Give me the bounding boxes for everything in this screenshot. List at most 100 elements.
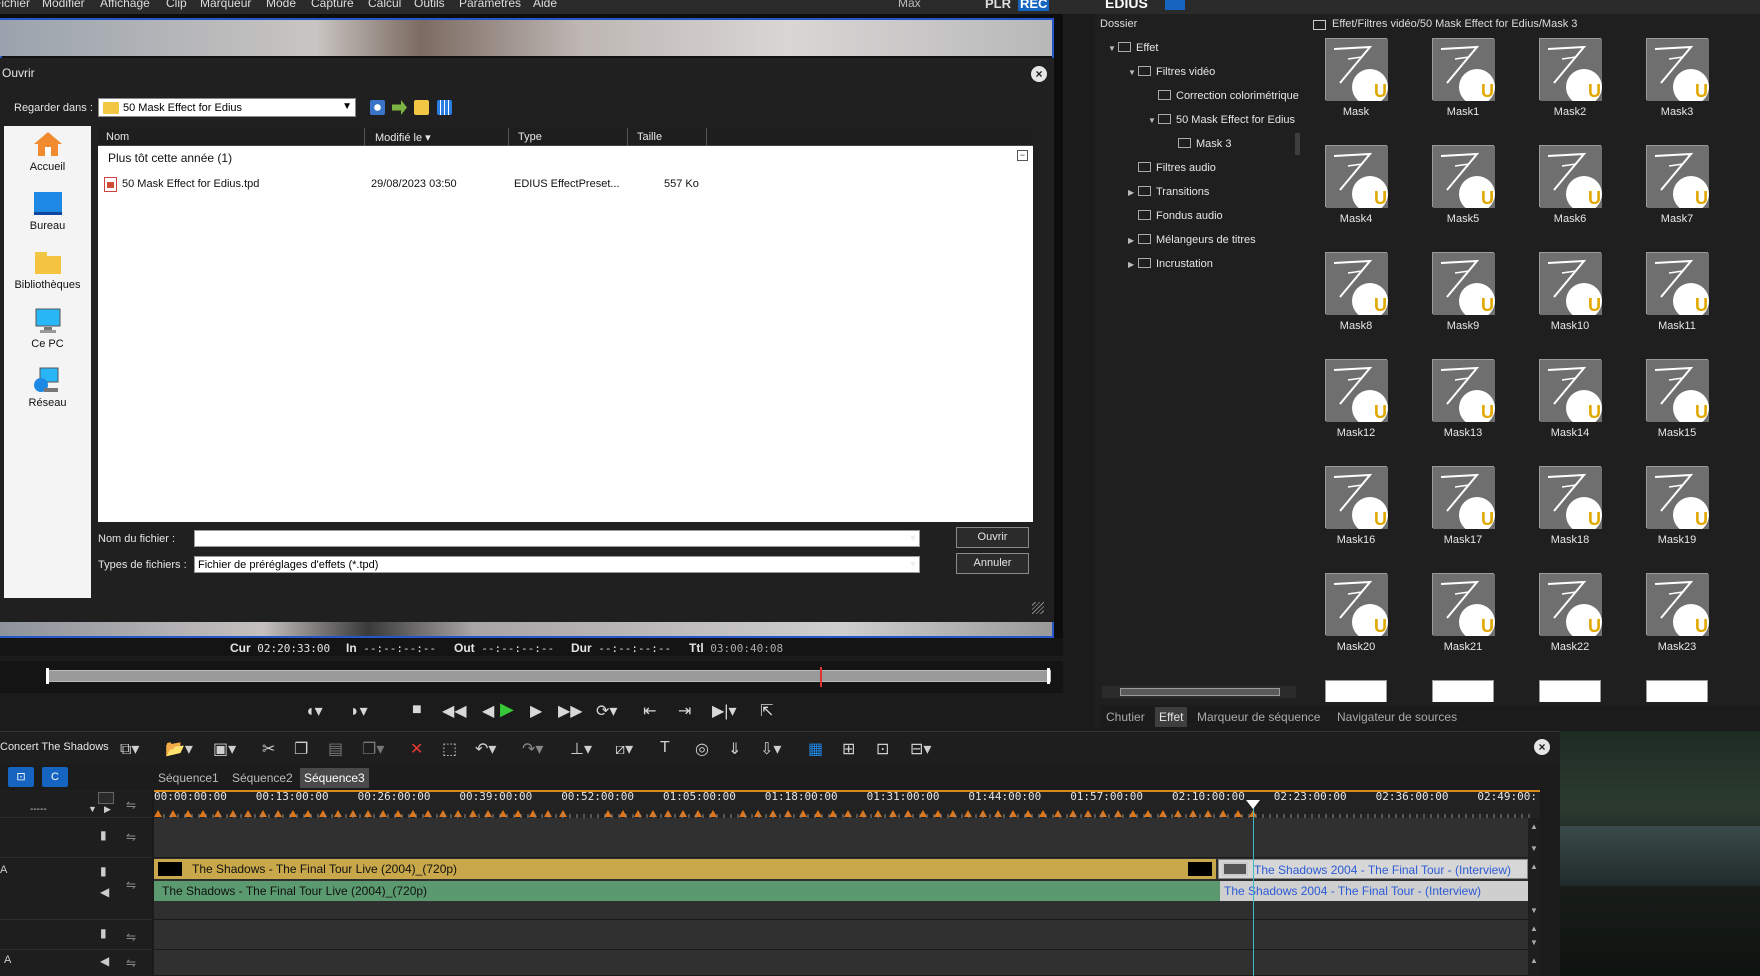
sequence-marker-icon[interactable] bbox=[1174, 810, 1182, 817]
ripple-mode-icon[interactable]: C bbox=[42, 767, 68, 787]
menu-marqueur[interactable]: Marqueur bbox=[200, 0, 251, 10]
sequence-marker-icon[interactable] bbox=[424, 810, 432, 817]
track-dropdown[interactable]: ----- bbox=[30, 804, 47, 815]
mask-effect-icon[interactable]: U bbox=[1539, 466, 1602, 529]
column-nom[interactable]: Nom bbox=[106, 131, 129, 143]
sequence-marker-icon[interactable] bbox=[364, 810, 372, 817]
timeline-vscroll[interactable]: ▲ ▼ ▲ ▼ ▲ ▼ ▲ bbox=[1528, 818, 1540, 976]
tab-sequence3[interactable]: Séquence3 bbox=[300, 768, 369, 788]
prev-edit-icon[interactable]: ⇤ bbox=[643, 701, 656, 721]
title-icon[interactable]: T bbox=[660, 739, 670, 757]
video-track-icon[interactable]: ▮ bbox=[100, 926, 107, 940]
mask-effect-icon[interactable]: U bbox=[1325, 252, 1388, 315]
file-row[interactable]: 50 Mask Effect for Edius.tpd 29/08/2023 … bbox=[104, 176, 754, 194]
tree-node[interactable]: ▶ Incrustation bbox=[1128, 258, 1213, 270]
playhead-handle[interactable] bbox=[1246, 800, 1260, 809]
track-a[interactable] bbox=[154, 950, 1528, 976]
mask-effect-icon[interactable] bbox=[1432, 680, 1494, 702]
sync-lock-icon[interactable]: ⇋ bbox=[126, 830, 136, 844]
sequence-marker-icon[interactable] bbox=[844, 810, 852, 817]
sequence-marker-icon[interactable] bbox=[784, 810, 792, 817]
sequence-marker-icon[interactable] bbox=[964, 810, 972, 817]
scroll-up-icon[interactable]: ▲ bbox=[1530, 956, 1538, 965]
menu-mode[interactable]: Mode bbox=[266, 0, 296, 10]
tab-effet[interactable]: Effet bbox=[1155, 707, 1188, 727]
menu-calcul[interactable]: Calcul bbox=[368, 0, 401, 10]
sequence-marker-icon[interactable] bbox=[649, 810, 657, 817]
clip-audio-concert[interactable]: The Shadows - The Final Tour Live (2004)… bbox=[154, 881, 1220, 901]
mask-effect-icon[interactable]: U bbox=[1325, 38, 1388, 101]
column-separator[interactable] bbox=[508, 128, 509, 146]
sequence-marker-icon[interactable] bbox=[1054, 810, 1062, 817]
next-edit-icon[interactable]: ⇥ bbox=[678, 701, 691, 721]
sequence-marker-icon[interactable] bbox=[274, 810, 282, 817]
sequence-marker-icon[interactable] bbox=[1099, 810, 1107, 817]
paste-insert-icon[interactable]: ❐▾ bbox=[362, 739, 384, 759]
menu-aide[interactable]: Aide bbox=[533, 0, 557, 10]
mask-effect-icon[interactable]: U bbox=[1646, 466, 1709, 529]
tree-node[interactable]: ▼ 50 Mask Effect for Edius bbox=[1148, 114, 1295, 126]
tab-sequence1[interactable]: Séquence1 bbox=[154, 768, 223, 788]
sequence-marker-icon[interactable] bbox=[1219, 810, 1227, 817]
rewind-icon[interactable]: ◀◀ bbox=[442, 701, 467, 721]
multicam-icon[interactable]: ⊡ bbox=[876, 739, 889, 759]
sequence-marker-icon[interactable] bbox=[859, 810, 867, 817]
mask-effect-icon[interactable]: U bbox=[1646, 359, 1709, 422]
split-icon[interactable]: ⊥▾ bbox=[570, 739, 592, 759]
tab-navigateur[interactable]: Navigateur de sources bbox=[1333, 707, 1461, 727]
export-icon[interactable]: ⇱ bbox=[760, 701, 773, 721]
sequence-marker-icon[interactable] bbox=[799, 810, 807, 817]
play-icon[interactable]: ▶ bbox=[500, 699, 514, 720]
sequence-marker-icon[interactable] bbox=[439, 810, 447, 817]
tree-node[interactable]: ▶ Transitions bbox=[1128, 186, 1209, 198]
collapse-icon[interactable]: − bbox=[1017, 150, 1028, 161]
clip-video-interview[interactable]: The Shadows 2004 - The Final Tour - (Int… bbox=[1218, 859, 1528, 879]
scroll-thumb[interactable] bbox=[1120, 688, 1280, 696]
mask-effect-icon[interactable]: U bbox=[1646, 252, 1709, 315]
sequence-marker-icon[interactable] bbox=[229, 810, 237, 817]
sequence-marker-icon[interactable] bbox=[994, 810, 1002, 817]
sequence-marker-icon[interactable] bbox=[754, 810, 762, 817]
mask-effect-icon[interactable] bbox=[1646, 680, 1708, 702]
cancel-button[interactable]: Annuler bbox=[956, 553, 1029, 574]
speaker-icon[interactable]: ◀ bbox=[100, 885, 109, 899]
sequence-marker-icon[interactable] bbox=[949, 810, 957, 817]
sync-lock-icon[interactable]: ⇋ bbox=[126, 878, 136, 892]
position-slider[interactable] bbox=[48, 670, 1051, 682]
sequence-marker-icon[interactable] bbox=[169, 810, 177, 817]
track-toggle-icon[interactable] bbox=[98, 792, 114, 804]
chevron-right-icon[interactable]: ▶ bbox=[1128, 236, 1138, 245]
mask-effect-icon[interactable]: U bbox=[1539, 38, 1602, 101]
column-separator[interactable] bbox=[627, 128, 628, 146]
tab-sequence2[interactable]: Séquence2 bbox=[228, 768, 297, 788]
fast-forward-icon[interactable]: ▶▶ bbox=[558, 701, 583, 721]
track-v1[interactable] bbox=[154, 818, 1528, 858]
chevron-right-icon[interactable]: ▶ bbox=[1128, 188, 1138, 197]
tree-node[interactable]: Fondus audio bbox=[1128, 210, 1223, 222]
mask-effect-icon[interactable]: U bbox=[1432, 573, 1495, 636]
render-menu-icon[interactable]: ⇩▾ bbox=[760, 739, 781, 759]
scroll-up-icon[interactable]: ▲ bbox=[1530, 822, 1538, 831]
delete-icon[interactable]: ✕ bbox=[410, 739, 423, 759]
mask-effect-icon[interactable]: U bbox=[1646, 573, 1709, 636]
sequence-marker-icon[interactable] bbox=[469, 810, 477, 817]
scrub-playhead[interactable] bbox=[820, 667, 822, 687]
place-accueil[interactable]: Accueil bbox=[4, 130, 91, 173]
render-icon[interactable]: ⇓ bbox=[728, 739, 741, 759]
sequence-marker-icon[interactable] bbox=[319, 810, 327, 817]
sync-lock-icon[interactable]: ⇋ bbox=[126, 930, 136, 944]
menu-parametres[interactable]: Paramètres bbox=[459, 0, 521, 10]
group-header[interactable]: Plus tôt cette année (1) bbox=[108, 151, 232, 165]
mask-effect-icon[interactable]: U bbox=[1646, 145, 1709, 208]
mask-effect-icon[interactable]: U bbox=[1432, 466, 1495, 529]
sequence-marker-icon[interactable] bbox=[379, 810, 387, 817]
new-sequence-icon[interactable]: ⧉▾ bbox=[120, 739, 139, 759]
mask-effect-icon[interactable] bbox=[1539, 680, 1601, 702]
sequence-marker-icon[interactable] bbox=[334, 810, 342, 817]
sequence-marker-icon[interactable] bbox=[1204, 810, 1212, 817]
sequence-marker-icon[interactable] bbox=[1009, 810, 1017, 817]
tree-scrollbar[interactable] bbox=[1102, 686, 1296, 698]
menu-modifier[interactable]: Modifier bbox=[42, 0, 85, 10]
quality-select[interactable]: Max bbox=[898, 0, 921, 10]
sequence-marker-icon[interactable] bbox=[1159, 810, 1167, 817]
